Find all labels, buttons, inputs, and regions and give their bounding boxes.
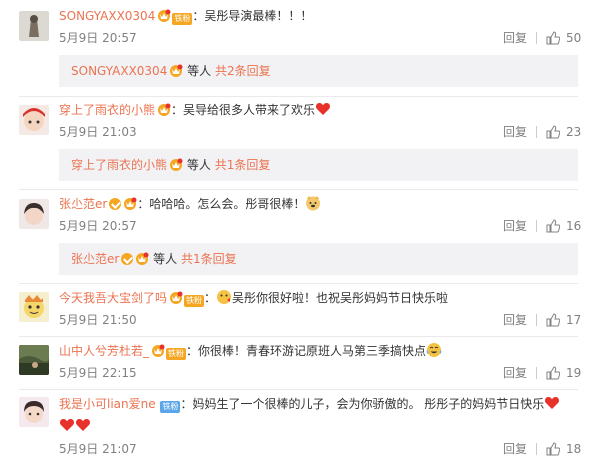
comment-date: 5月9日 20:57 (59, 219, 137, 233)
sub-reply-others: 等人 (187, 64, 212, 78)
sub-replies-box[interactable]: SONGYAXX0304 等人 共2条回复 (59, 55, 578, 87)
thumbs-up-icon[interactable] (546, 313, 560, 327)
fan-badge: 铁粉 (184, 295, 205, 307)
reply-button[interactable]: 回复 (503, 366, 527, 380)
comment-line: 山中人兮芳杜若_ 铁粉 ：你很棒！青春环游记原班人马第三季搞快点 (59, 342, 442, 360)
comment-username[interactable]: 今天我吾大宝剑了吗 (59, 291, 167, 305)
comment-text: 吴彤你很好啦！也祝吴彤妈妈节日快乐啦 (232, 291, 449, 305)
fan-crown-icon (124, 197, 137, 210)
comment-text: ：吴导给很多人带来了欢乐 (171, 103, 316, 117)
like-count: 19 (566, 366, 582, 380)
thumbs-up-icon[interactable] (546, 219, 560, 233)
comment-username[interactable]: SONGYAXX0304 (59, 9, 155, 23)
sub-reply-others: 等人 (186, 158, 211, 172)
reply-button[interactable]: 回复 (503, 442, 527, 456)
fan-crown-icon (170, 64, 183, 77)
comment-text: ：哈哈哈。怎么会。彤哥很棒！ (137, 197, 306, 211)
fan-crown-icon (158, 9, 171, 22)
heart-emoji (545, 397, 560, 409)
sub-reply-username[interactable]: 穿上了雨衣的小熊 (71, 158, 167, 172)
comment-text: ：你很棒！青春环游记原班人马第三季搞快点 (186, 344, 427, 358)
comment-date: 5月9日 21:07 (59, 442, 137, 456)
divider (19, 336, 578, 337)
like-count: 17 (566, 313, 582, 327)
fan-crown-icon (158, 103, 171, 116)
avatar[interactable] (19, 11, 49, 41)
sub-replies-line: 穿上了雨衣的小熊 等人 共1条回复 (71, 157, 270, 173)
avatar[interactable] (19, 105, 49, 135)
comment-username[interactable]: 张尐范er (59, 197, 107, 211)
separator (536, 220, 537, 232)
fan-crown-icon (170, 158, 183, 171)
kiss-emoji (217, 290, 232, 304)
separator (536, 367, 537, 379)
separator (536, 32, 537, 44)
divider (19, 283, 578, 284)
comment-username[interactable]: 穿上了雨衣的小熊 (59, 103, 155, 117)
sub-reply-username[interactable]: 张尐范er (71, 252, 119, 266)
comment-text: ：妈妈生了一个很棒的儿子，会为你骄傲的。 彤彤子的妈妈节日快乐 (180, 397, 545, 411)
separator (536, 443, 537, 455)
comment-username[interactable]: 我是小可lian爱ne (59, 397, 156, 411)
comment-line: 穿上了雨衣的小熊 ：吴导给很多人带来了欢乐 (59, 101, 331, 118)
reply-button[interactable]: 回复 (503, 31, 527, 45)
avatar[interactable] (19, 199, 49, 229)
doge-emoji (306, 196, 321, 211)
avatar[interactable] (19, 345, 49, 375)
like-count: 50 (566, 31, 582, 45)
comment-date: 5月9日 22:15 (59, 366, 137, 380)
reply-button[interactable]: 回复 (503, 125, 527, 139)
comment-date: 5月9日 21:03 (59, 125, 137, 139)
comment-username[interactable]: 山中人兮芳杜若_ (59, 344, 149, 358)
comment-line: 张尐范er ：哈哈哈。怎么会。彤哥很棒！ (59, 195, 321, 212)
reply-button[interactable]: 回复 (503, 219, 527, 233)
like-count: 23 (566, 125, 582, 139)
comment-line: 今天我吾大宝剑了吗 铁粉：吴彤你很好啦！也祝吴彤妈妈节日快乐啦 (59, 290, 449, 307)
tears-of-joy-emoji (426, 343, 442, 357)
sub-replies-box[interactable]: 穿上了雨衣的小熊 等人 共1条回复 (59, 149, 578, 181)
fan-badge: 铁粉 (166, 348, 187, 360)
heart-emoji (59, 419, 75, 431)
fan-badge: 铁粉 (172, 13, 193, 25)
comment-line: 我是小可lian爱ne 铁粉 ：妈妈生了一个很棒的儿子，会为你骄傲的。 彤彤子的妈… (59, 395, 560, 413)
fan-badge: 铁粉 (160, 401, 181, 413)
avatar[interactable] (19, 292, 49, 322)
divider (19, 189, 578, 190)
comment-text: ：吴彤导演最棒！！！ (192, 9, 313, 23)
vip-v-icon (121, 253, 134, 265)
sub-reply-count[interactable]: 共1条回复 (215, 158, 271, 172)
comment-date: 5月9日 20:57 (59, 31, 137, 45)
sub-reply-username[interactable]: SONGYAXX0304 (71, 64, 167, 78)
sub-reply-count[interactable]: 共1条回复 (181, 252, 237, 266)
heart-emoji (316, 103, 331, 115)
separator (536, 126, 537, 138)
avatar[interactable] (19, 397, 49, 427)
thumbs-up-icon[interactable] (546, 366, 560, 380)
heart-emoji (75, 419, 91, 431)
separator (536, 314, 537, 326)
comment-line: SONGYAXX0304 铁粉 ：吴彤导演最棒！！！ (59, 8, 312, 25)
comment-text-continuation (59, 417, 91, 433)
comment-date: 5月9日 21:50 (59, 313, 137, 327)
sub-replies-line: SONGYAXX0304 等人 共2条回复 (71, 63, 271, 79)
sub-reply-others: 等人 (153, 252, 178, 266)
sub-replies-line: 张尐范er 等人 共1条回复 (71, 251, 237, 267)
like-count: 18 (566, 442, 582, 456)
sub-replies-box[interactable]: 张尐范er 等人 共1条回复 (59, 243, 578, 275)
divider (19, 96, 578, 97)
divider (19, 389, 578, 390)
fan-crown-icon (170, 291, 183, 304)
like-count: 16 (566, 219, 582, 233)
reply-button[interactable]: 回复 (503, 313, 527, 327)
sub-reply-count[interactable]: 共2条回复 (215, 64, 271, 78)
fan-crown-icon (152, 344, 165, 357)
thumbs-up-icon[interactable] (546, 125, 560, 139)
vip-v-icon (109, 198, 122, 210)
thumbs-up-icon[interactable] (546, 31, 560, 45)
fan-crown-icon (136, 252, 149, 265)
thumbs-up-icon[interactable] (546, 442, 560, 456)
